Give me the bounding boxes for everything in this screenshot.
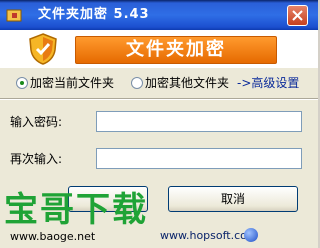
help-icon[interactable] [244,228,258,242]
options-row: 加密当前文件夹 加密其他文件夹 ->高级设置 [0,68,318,98]
password-label: 输入密码: [10,115,63,129]
label-encrypt-other[interactable]: 加密其他文件夹 [145,76,229,90]
footer-link[interactable]: www.hopsoft.com [160,229,258,243]
radio-encrypt-other[interactable] [131,77,143,89]
confirm-password-input[interactable] [96,148,302,169]
window-title: 文件夹加密 5.43 [38,7,150,22]
close-icon [292,10,303,21]
cancel-button[interactable]: 取消 [168,186,298,212]
watermark-url: www.baoge.net [10,230,96,243]
watermark-brand: 宝哥下载 [4,190,148,230]
password-input[interactable] [96,111,302,132]
label-encrypt-current[interactable]: 加密当前文件夹 [30,76,114,90]
close-button[interactable] [287,5,308,26]
shield-check-icon [29,33,57,65]
confirm-password-label: 再次输入: [10,152,63,166]
advanced-settings-link[interactable]: ->高级设置 [237,76,299,90]
title-bar[interactable]: 文件夹加密 5.43 [0,0,318,30]
app-window: 文件夹加密 5.43 文件夹加密 加密当前文件夹 加密其他文件夹 ->高级设置 … [0,0,318,248]
app-folder-icon [6,9,22,22]
radio-encrypt-current[interactable] [16,77,28,89]
banner-title: 文件夹加密 [75,36,277,64]
